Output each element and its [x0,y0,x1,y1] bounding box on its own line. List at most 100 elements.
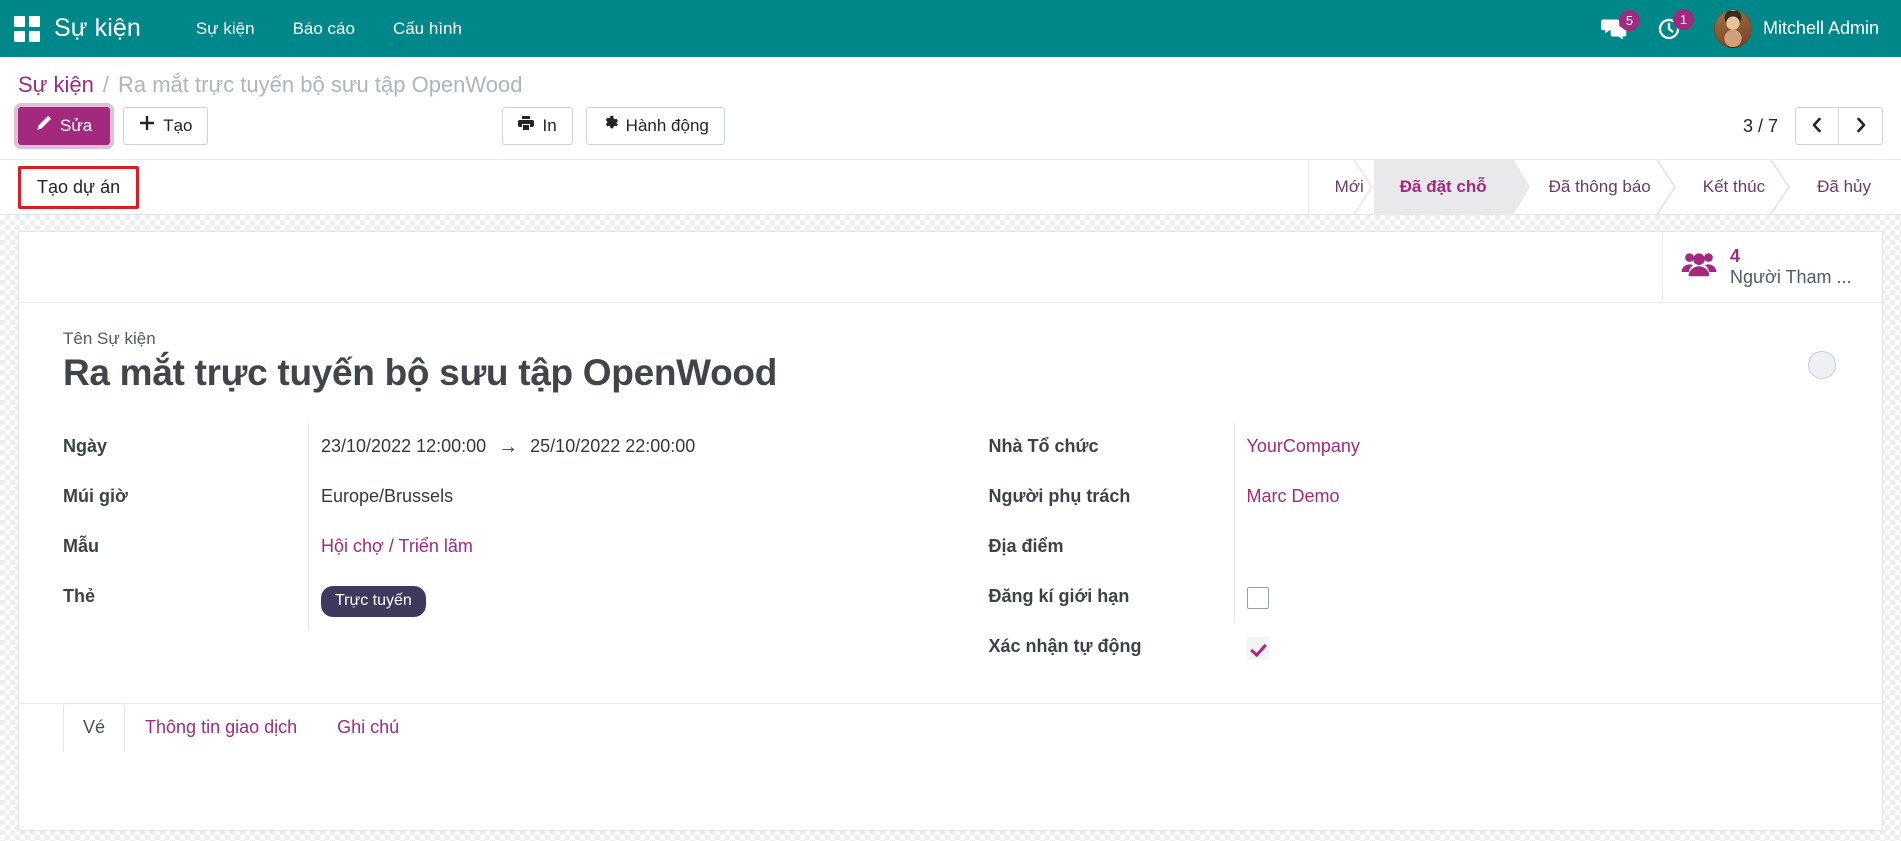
status-chevron-icon [1770,159,1792,215]
status-step-announced[interactable]: Đã thông báo [1513,159,1677,215]
top-navbar: Sự kiện Sự kiện Báo cáo Cấu hình 5 1 [0,0,1901,57]
user-name-label: Mitchell Admin [1763,18,1879,39]
stat-button-label: Người Tham ... [1730,267,1852,288]
notebook: Vé Thông tin giao dịch Ghi chú [19,703,1882,752]
status-step-ended[interactable]: Kết thúc [1677,159,1791,215]
status-step-label: Đã đặt chỗ [1400,177,1487,197]
breadcrumb-current-record: Ra mắt trực tuyến bộ sưu tập OpenWood [118,72,522,98]
date-start: 23/10/2022 12:00:00 [321,436,486,458]
fields-column-right: Nhà Tổ chức YourCompany Người phụ trách … [951,423,1839,673]
tab-communication[interactable]: Thông tin giao dịch [125,703,317,752]
field-label-timezone: Múi giờ [63,473,308,523]
priority-circle-icon[interactable] [1808,351,1836,379]
field-label-venue: Địa điểm [989,523,1234,573]
field-value-timezone[interactable]: Europe/Brussels [308,473,951,523]
menu-item-configuration[interactable]: Cấu hình [374,11,481,47]
navbar-right-section: 5 1 Mitchell Admin [1593,6,1883,52]
stat-button-value: 4 [1730,246,1852,267]
create-button-label: Tạo [163,116,192,136]
template-link[interactable]: Hội chợ / Triển lãm [321,536,473,556]
breadcrumb-root-link[interactable]: Sự kiện [18,72,94,98]
status-chevron-icon [1656,159,1678,215]
breadcrumb-separator: / [103,72,109,98]
limit-registrations-checkbox[interactable] [1247,587,1269,609]
gear-icon [602,115,618,136]
organizer-link[interactable]: YourCompany [1247,436,1360,456]
arrow-right-icon: → [498,437,518,457]
control-panel-actions: In Hành động [502,107,724,144]
field-value-template[interactable]: Hội chợ / Triển lãm [308,523,951,573]
date-range: 23/10/2022 12:00:00 → 25/10/2022 22:00:0… [321,436,695,458]
apps-grid-icon[interactable] [14,16,40,42]
field-label-responsible: Người phụ trách [989,473,1234,523]
auto-confirmation-checkbox[interactable] [1247,637,1269,659]
notebook-tabs: Vé Thông tin giao dịch Ghi chú [63,703,1838,752]
main-menu: Sự kiện Báo cáo Cấu hình [177,11,481,47]
status-step-label: Đã thông báo [1549,177,1651,197]
stat-button-attendees[interactable]: 4 Người Tham ... [1662,232,1882,302]
tag-badge[interactable]: Trực tuyến [321,586,426,616]
status-pipeline: Mới Đã đặt chỗ Đã thông báo Kết thúc Đã … [1308,159,1883,215]
edit-button[interactable]: Sửa [18,107,110,144]
field-label-template: Mẫu [63,523,308,573]
field-value-tags[interactable]: Trực tuyến [308,573,951,629]
print-button-label: In [542,116,556,136]
printer-icon [518,115,534,136]
field-value-limit-registrations[interactable] [1234,573,1839,623]
status-step-label: Mới [1335,177,1364,197]
field-value-venue[interactable] [1234,523,1839,573]
status-step-label: Kết thúc [1703,177,1765,197]
field-value-auto-confirmation[interactable] [1234,623,1839,673]
sheet-body: Tên Sự kiện Ra mắt trực tuyến bộ sưu tập… [19,303,1882,691]
field-value-responsible[interactable]: Marc Demo [1234,473,1839,523]
pager-next-button[interactable] [1839,107,1883,145]
menu-item-reporting[interactable]: Báo cáo [274,11,374,47]
date-end: 25/10/2022 22:00:00 [530,436,695,458]
fields-grid: Ngày 23/10/2022 12:00:00 → 25/10/2022 22… [63,423,1838,691]
field-label-tags: Thẻ [63,573,308,629]
status-step-label: Đã hủy [1817,177,1871,197]
user-menu[interactable]: Mitchell Admin [1702,6,1883,52]
create-button[interactable]: Tạo [123,107,208,144]
pencil-icon [36,115,52,136]
users-icon [1681,251,1717,284]
chevron-right-icon [1854,116,1868,137]
form-view-content: 4 Người Tham ... Tên Sự kiện Ra mắt trực… [0,215,1901,841]
tab-tickets[interactable]: Vé [63,703,125,752]
action-button[interactable]: Hành động [586,107,725,144]
status-step-cancelled[interactable]: Đã hủy [1791,159,1883,215]
statusbar-row: Tạo dự án Mới Đã đặt chỗ Đã thông báo Kế… [0,159,1901,215]
avatar [1714,10,1752,48]
field-label-limit-registrations: Đăng kí giới hạn [989,573,1234,623]
status-step-new[interactable]: Mới [1309,159,1374,215]
fields-column-left: Ngày 23/10/2022 12:00:00 → 25/10/2022 22… [63,423,951,673]
responsible-link[interactable]: Marc Demo [1247,486,1340,506]
stat-button-text: 4 Người Tham ... [1730,246,1852,288]
print-button[interactable]: In [502,107,572,144]
menu-item-events[interactable]: Sự kiện [177,11,274,47]
status-step-booked[interactable]: Đã đặt chỗ [1374,159,1513,215]
messages-menu[interactable]: 5 [1593,11,1642,47]
field-value-date[interactable]: 23/10/2022 12:00:00 → 25/10/2022 22:00:0… [308,423,951,473]
create-project-button-highlight: Tạo dự án [18,166,139,209]
chevron-left-icon [1810,116,1824,137]
pager: 3 / 7 [1743,107,1883,145]
stat-button-box: 4 Người Tham ... [19,232,1882,303]
create-project-button[interactable]: Tạo dự án [21,169,136,206]
plus-icon [139,115,155,136]
tab-notes[interactable]: Ghi chú [317,703,419,752]
pager-previous-button[interactable] [1795,107,1839,145]
activities-menu[interactable]: 1 [1648,10,1696,48]
event-name-label: Tên Sự kiện [63,329,1838,349]
record-sheet: 4 Người Tham ... Tên Sự kiện Ra mắt trực… [18,231,1883,831]
app-brand-title[interactable]: Sự kiện [54,14,141,43]
activities-badge: 1 [1673,9,1694,30]
field-label-organizer: Nhà Tổ chức [989,423,1234,473]
breadcrumb: Sự kiện / Ra mắt trực tuyến bộ sưu tập O… [0,57,1901,104]
field-label-date: Ngày [63,423,308,473]
field-value-organizer[interactable]: YourCompany [1234,423,1839,473]
action-button-label: Hành động [626,116,709,136]
control-panel: Sửa Tạo In Hà [0,104,1901,159]
edit-button-label: Sửa [60,116,92,136]
field-label-auto-confirmation: Xác nhận tự động [989,623,1234,673]
